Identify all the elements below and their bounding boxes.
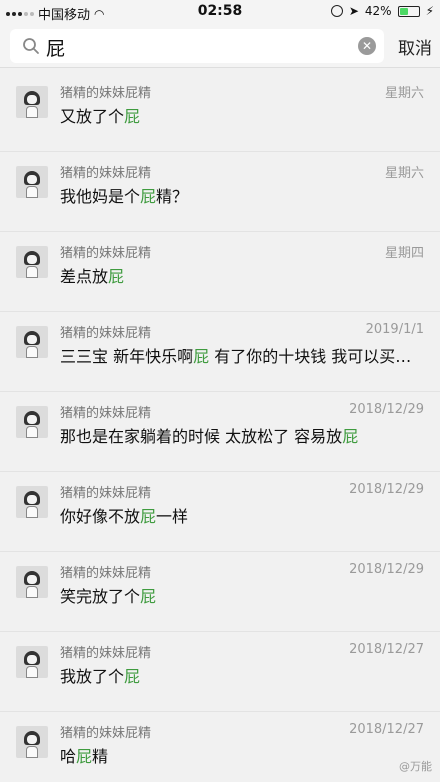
message-date: 星期六 bbox=[384, 86, 424, 101]
message-text-after: 有了你的十块钱 我可以买… bbox=[209, 347, 412, 366]
status-bar: 中国移动 ◠ 02:58 ➤ 42% ⚡ bbox=[0, 0, 440, 24]
message-text-before: 我放了个 bbox=[60, 667, 125, 686]
message-preview: 差点放屁 bbox=[60, 263, 426, 287]
message-keyword: 屁 bbox=[342, 427, 359, 446]
message-text-before: 你好像不放 bbox=[60, 507, 141, 526]
search-icon bbox=[23, 38, 39, 54]
avatar[interactable] bbox=[16, 646, 48, 678]
message-text-before: 那也是在家躺着的时候 太放松了 容易放 bbox=[60, 427, 343, 446]
contact-name: 猪精的妹妹屁精 bbox=[60, 406, 152, 421]
message-text-before: 差点放 bbox=[60, 267, 109, 286]
message-keyword: 屁 bbox=[140, 507, 157, 526]
search-bar: 屁 ✕ 取消 bbox=[0, 24, 440, 68]
message-text-before: 又放了个 bbox=[60, 107, 125, 126]
message-preview: 哈屁精 bbox=[60, 743, 426, 767]
contact-name: 猪精的妹妹屁精 bbox=[60, 646, 152, 661]
cancel-button[interactable]: 取消 bbox=[398, 34, 432, 59]
contact-name: 猪精的妹妹屁精 bbox=[60, 246, 152, 261]
search-input[interactable]: 屁 ✕ bbox=[10, 29, 384, 63]
message-date: 2019/1/1 bbox=[365, 322, 424, 337]
message-text-after: 一样 bbox=[156, 507, 189, 526]
avatar[interactable] bbox=[16, 726, 48, 758]
result-row[interactable]: 猪精的妹妹屁精 2018/12/27 哈屁精 bbox=[0, 712, 440, 782]
message-text-before: 我他妈是个 bbox=[60, 187, 141, 206]
contact-name: 猪精的妹妹屁精 bbox=[60, 326, 152, 341]
search-query[interactable]: 屁 bbox=[46, 34, 65, 61]
message-date: 2018/12/29 bbox=[349, 562, 424, 577]
contact-name: 猪精的妹妹屁精 bbox=[60, 166, 152, 181]
message-preview: 我放了个屁 bbox=[60, 663, 426, 687]
message-keyword: 屁 bbox=[193, 347, 210, 366]
contact-name: 猪精的妹妹屁精 bbox=[60, 86, 152, 101]
message-date: 2018/12/27 bbox=[349, 722, 424, 737]
clear-icon[interactable]: ✕ bbox=[358, 37, 376, 55]
result-row[interactable]: 猪精的妹妹屁精 星期四差点放屁 bbox=[0, 232, 440, 312]
contact-name: 猪精的妹妹屁精 bbox=[60, 726, 152, 741]
message-date: 星期六 bbox=[384, 166, 424, 181]
result-row[interactable]: 猪精的妹妹屁精 星期六又放了个屁 bbox=[0, 72, 440, 152]
message-text-before: 三三宝 新年快乐啊 bbox=[60, 347, 194, 366]
message-text-before: 哈 bbox=[60, 747, 77, 766]
result-row[interactable]: 猪精的妹妹屁精 2018/12/29 那也是在家躺着的时候 太放松了 容易放屁 bbox=[0, 392, 440, 472]
message-preview: 三三宝 新年快乐啊屁 有了你的十块钱 我可以买… bbox=[60, 343, 426, 367]
message-keyword: 屁 bbox=[108, 267, 125, 286]
message-preview: 那也是在家躺着的时候 太放松了 容易放屁 bbox=[60, 423, 426, 447]
message-text-after: 精？ bbox=[156, 187, 189, 206]
orientation-lock-icon bbox=[330, 5, 343, 17]
charging-icon: ⚡ bbox=[425, 4, 434, 18]
avatar[interactable] bbox=[16, 326, 48, 358]
message-date: 星期四 bbox=[384, 246, 424, 261]
avatar[interactable] bbox=[16, 566, 48, 598]
contact-name: 猪精的妹妹屁精 bbox=[60, 566, 152, 581]
result-row[interactable]: 猪精的妹妹屁精 2018/12/29 笑完放了个屁 bbox=[0, 552, 440, 632]
message-keyword: 屁 bbox=[140, 187, 157, 206]
message-date: 2018/12/29 bbox=[349, 482, 424, 497]
battery-icon bbox=[397, 5, 420, 17]
message-date: 2018/12/29 bbox=[349, 402, 424, 417]
message-preview: 笑完放了个屁 bbox=[60, 583, 426, 607]
message-preview: 又放了个屁 bbox=[60, 103, 426, 127]
message-keyword: 屁 bbox=[124, 107, 141, 126]
avatar[interactable] bbox=[16, 406, 48, 438]
avatar[interactable] bbox=[16, 486, 48, 518]
message-keyword: 屁 bbox=[124, 667, 141, 686]
location-icon: ➤ bbox=[348, 4, 359, 18]
avatar[interactable] bbox=[16, 86, 48, 118]
message-keyword: 屁 bbox=[140, 587, 157, 606]
contact-name: 猪精的妹妹屁精 bbox=[60, 486, 152, 501]
result-row[interactable]: 猪精的妹妹屁精 2018/12/29 你好像不放屁一样 bbox=[0, 472, 440, 552]
message-keyword: 屁 bbox=[76, 747, 93, 766]
message-preview: 你好像不放屁一样 bbox=[60, 503, 426, 527]
result-row[interactable]: 猪精的妹妹屁精 2018/12/27 我放了个屁 bbox=[0, 632, 440, 712]
watermark: @万能 bbox=[399, 760, 432, 773]
message-date: 2018/12/27 bbox=[349, 642, 424, 657]
battery-percent: 42% bbox=[364, 4, 392, 18]
result-row[interactable]: 猪精的妹妹屁精 2019/1/1 三三宝 新年快乐啊屁 有了你的十块钱 我可以买… bbox=[0, 312, 440, 392]
message-text-after: 精 bbox=[92, 747, 109, 766]
message-text-before: 笑完放了个 bbox=[60, 587, 141, 606]
message-preview: 我他妈是个屁精？ bbox=[60, 183, 426, 207]
avatar[interactable] bbox=[16, 166, 48, 198]
result-row[interactable]: 猪精的妹妹屁精 星期六我他妈是个屁精？ bbox=[0, 152, 440, 232]
avatar[interactable] bbox=[16, 246, 48, 278]
